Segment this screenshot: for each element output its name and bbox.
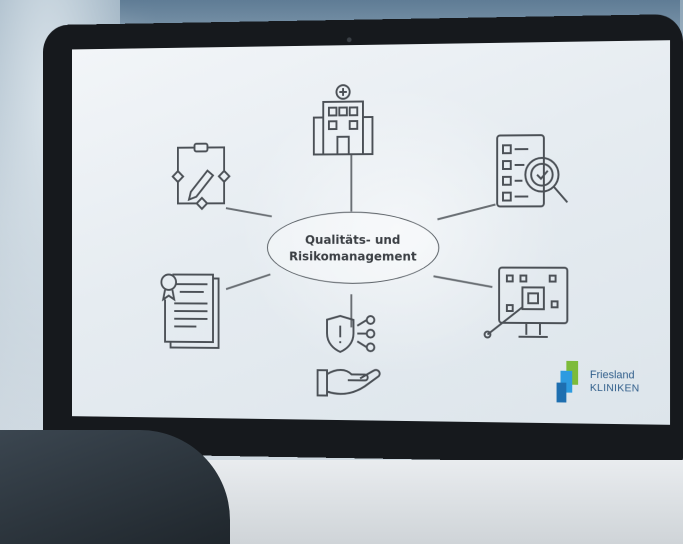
process-edit-icon: [171, 140, 236, 221]
monitor-target-icon: [482, 266, 572, 351]
logo-text-friesland: Friesland: [589, 369, 635, 382]
monitor-screen: Qualitäts- und Risikomanagement Frieslan…: [72, 40, 671, 425]
hospital-icon: [310, 82, 376, 159]
center-label-line1: Qualitäts- und: [305, 232, 401, 247]
hand-shield-network-icon: [314, 314, 390, 400]
connector-top-right: [437, 203, 496, 220]
connector-bottom-left: [225, 273, 271, 290]
checklist-magnifier-icon: [493, 133, 577, 220]
friesland-kliniken-logo: Friesland KLINIKEN: [556, 360, 646, 404]
connector-top: [350, 154, 353, 212]
logo-text-kliniken: KLINIKEN: [589, 381, 640, 395]
center-topic-ellipse: Qualitäts- und Risikomanagement: [266, 211, 440, 285]
logo-mark: [556, 360, 579, 403]
certificate-icon: [156, 271, 221, 352]
center-label-line2: Risikomanagement: [289, 248, 417, 264]
monitor: Qualitäts- und Risikomanagement Frieslan…: [43, 14, 683, 464]
camera-dot: [346, 37, 352, 43]
